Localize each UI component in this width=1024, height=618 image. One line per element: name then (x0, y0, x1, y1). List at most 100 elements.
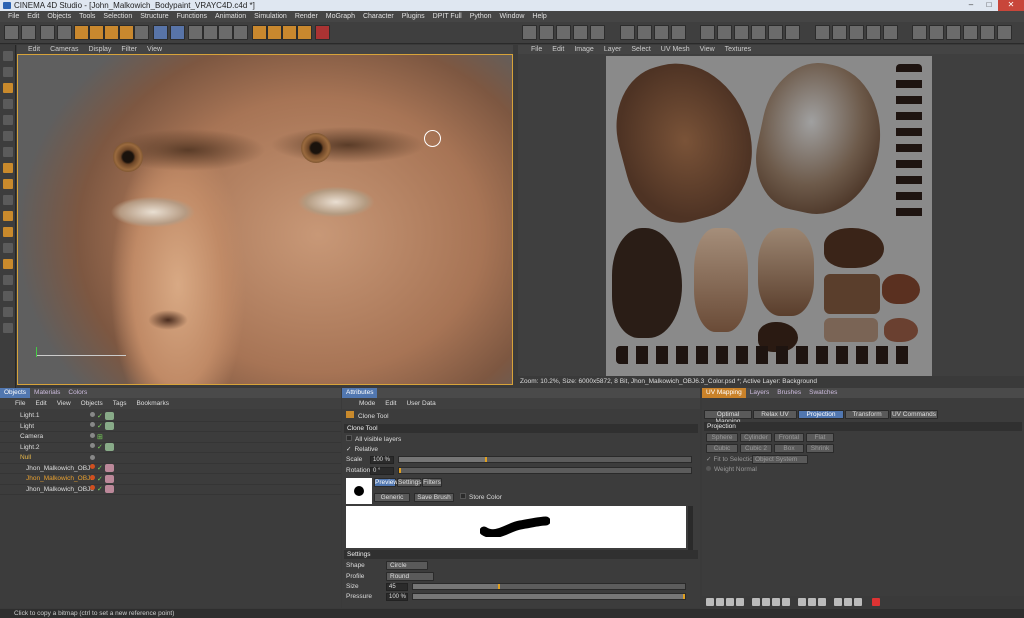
tex-tool-icon-16[interactable] (815, 25, 830, 40)
sphere-button[interactable]: Sphere (706, 433, 738, 442)
attr-menu-mode[interactable]: Mode (354, 398, 380, 409)
menu-functions[interactable]: Functions (173, 11, 211, 22)
obj-menu-file[interactable]: File (10, 398, 30, 409)
visibility-dot[interactable] (90, 474, 95, 480)
relative-option[interactable]: ✓ Relative (346, 445, 378, 454)
visibility-dot[interactable] (90, 455, 95, 461)
scale-field[interactable]: 100 % (370, 456, 394, 464)
tex-tool-icon-22[interactable] (929, 25, 944, 40)
tab-colors[interactable]: Colors (64, 388, 91, 398)
rotation-slider[interactable] (398, 467, 692, 474)
tex-tool-icon-20[interactable] (883, 25, 898, 40)
tex-menu-view[interactable]: View (695, 45, 720, 54)
viewport-menu-filter[interactable]: Filter (116, 45, 142, 54)
viewport-menu-edit[interactable]: Edit (23, 45, 45, 54)
brush-thumbnail[interactable] (346, 478, 372, 504)
material-tag-icon[interactable] (104, 464, 114, 473)
tex-tool-icon-15[interactable] (785, 25, 800, 40)
obj-menu-edit[interactable]: Edit (30, 398, 51, 409)
move-icon[interactable] (74, 25, 89, 40)
enabled-check[interactable]: ✓ (97, 443, 103, 451)
object-row-light1[interactable]: Light.1 ✓ (0, 411, 341, 422)
uv-tool-icon-3[interactable] (726, 598, 734, 606)
object-row-obj[interactable]: Jhon_Malkowich_OBJ ✓ (0, 464, 341, 474)
tab-attributes[interactable]: Attributes (342, 388, 378, 398)
paint-brush-icon[interactable] (153, 25, 168, 40)
checkbox[interactable] (346, 435, 352, 441)
light-tag-icon[interactable] (104, 411, 114, 420)
tex-tool-icon-14[interactable] (768, 25, 783, 40)
box-button[interactable]: Box (774, 444, 804, 453)
brush-preset-dropdown[interactable]: Generic (374, 493, 410, 502)
object-row-null[interactable]: Null (0, 453, 341, 464)
tex-tool-icon-13[interactable] (751, 25, 766, 40)
size-slider[interactable] (412, 583, 686, 590)
checkmark-icon[interactable]: ✓ (706, 456, 711, 463)
subtab-transform[interactable]: Transform (845, 410, 889, 419)
preview-scrollbar[interactable] (688, 506, 693, 550)
palette-icon-15[interactable] (3, 275, 13, 285)
menu-window[interactable]: Window (496, 11, 529, 22)
scale-slider[interactable] (398, 456, 692, 463)
tab-preview[interactable]: Preview (374, 478, 398, 487)
tex-menu-layer[interactable]: Layer (599, 45, 627, 54)
object-row-light[interactable]: Light ✓ (0, 422, 341, 432)
palette-icon-18[interactable] (3, 323, 13, 333)
uv-tool-icon-5[interactable] (752, 598, 760, 606)
shrink-button[interactable]: Shrink (806, 444, 834, 453)
record-icon[interactable] (315, 25, 330, 40)
uv-tool-icon-4[interactable] (736, 598, 744, 606)
close-button[interactable]: ✕ (998, 0, 1024, 11)
tex-tool-icon-6[interactable] (620, 25, 635, 40)
material-tag-icon[interactable] (104, 485, 114, 494)
coordinate-system-dropdown[interactable]: Object System (752, 455, 808, 464)
tab-materials[interactable]: Materials (30, 388, 64, 398)
menu-simulation[interactable]: Simulation (250, 11, 291, 22)
uv-tool-icon-7[interactable] (772, 598, 780, 606)
object-row-light2[interactable]: Light.2 ✓ (0, 443, 341, 453)
minimize-button[interactable]: – (962, 0, 980, 11)
clone-brush-icon[interactable] (170, 25, 185, 40)
light-tag-icon[interactable] (104, 422, 114, 431)
select-icon[interactable] (40, 25, 55, 40)
tex-tool-icon-24[interactable] (963, 25, 978, 40)
render-region-icon[interactable] (267, 25, 282, 40)
tex-tool-icon-3[interactable] (556, 25, 571, 40)
enabled-check[interactable]: ✓ (97, 485, 103, 493)
obj-menu-tags[interactable]: Tags (108, 398, 132, 409)
object-row-camera[interactable]: Camera ⊞ (0, 432, 341, 443)
tex-tool-icon-21[interactable] (912, 25, 927, 40)
rotation-field[interactable]: 0 ° (370, 467, 394, 475)
subtab-optimal-mapping[interactable]: Optimal Mapping (704, 410, 752, 425)
menu-selection[interactable]: Selection (99, 11, 136, 22)
tab-uv-mapping[interactable]: UV Mapping (702, 388, 746, 398)
menu-animation[interactable]: Animation (211, 11, 250, 22)
perspective-viewport[interactable] (17, 54, 513, 385)
maximize-button[interactable]: □ (980, 0, 998, 11)
palette-icon-14[interactable] (3, 259, 13, 269)
radio[interactable] (706, 466, 711, 471)
tab-settings[interactable]: Settings (397, 478, 422, 487)
palette-icon-5[interactable] (3, 115, 13, 125)
fit-to-selection-option[interactable]: ✓ Fit to Selection (706, 455, 756, 464)
menu-python[interactable]: Python (466, 11, 496, 22)
menu-plugins[interactable]: Plugins (398, 11, 429, 22)
checkmark-icon[interactable]: ✓ (346, 446, 351, 453)
material-tag-icon[interactable] (104, 474, 114, 483)
checker-icon-2[interactable] (203, 25, 218, 40)
tex-tool-icon-10[interactable] (700, 25, 715, 40)
visibility-dot[interactable] (90, 464, 95, 470)
enabled-check[interactable]: ✓ (97, 422, 103, 430)
palette-icon-6[interactable] (3, 131, 13, 141)
tex-tool-icon-8[interactable] (654, 25, 669, 40)
world-icon[interactable] (134, 25, 149, 40)
object-row-obj1[interactable]: Jhon_Malkowich_OBJ1 ✓ (0, 474, 341, 485)
palette-icon-12[interactable] (3, 227, 13, 237)
tex-tool-icon-1[interactable] (522, 25, 537, 40)
light-tag-icon[interactable] (104, 443, 114, 452)
all-visible-layers-option[interactable]: All visible layers (346, 435, 401, 444)
tex-tool-icon-2[interactable] (539, 25, 554, 40)
palette-icon-3[interactable] (3, 83, 13, 93)
tex-tool-icon-23[interactable] (946, 25, 961, 40)
uv-tool-icon-9[interactable] (798, 598, 806, 606)
